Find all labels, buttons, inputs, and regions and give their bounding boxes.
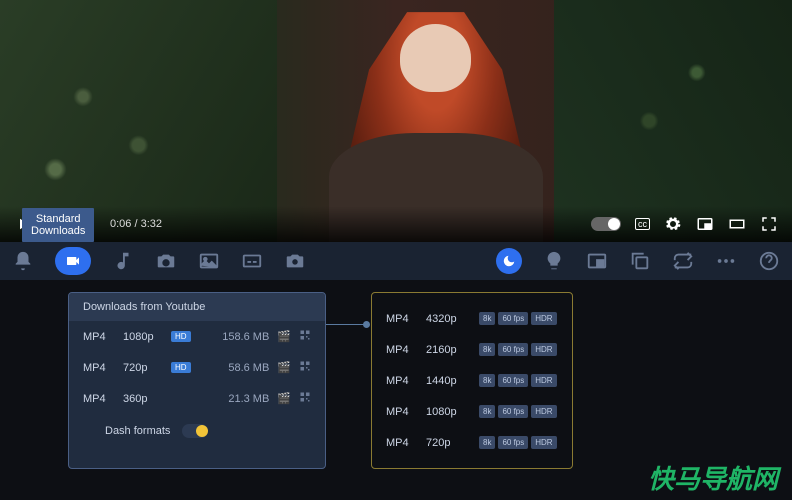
captions-button[interactable]: cc <box>635 218 650 230</box>
dash-row[interactable]: MP4 1080p 8k 60 fps HDR <box>372 396 572 427</box>
extension-toolbar <box>0 242 792 280</box>
music-icon[interactable] <box>112 250 134 272</box>
player-controls: 0:06 / 3:32 cc <box>0 206 792 242</box>
panel-header: Downloads from Youtube <box>69 293 325 321</box>
snapshot-icon[interactable] <box>284 250 306 272</box>
loop-icon[interactable] <box>672 250 694 272</box>
audio-icon[interactable]: 🎬 <box>277 361 291 374</box>
miniplayer-button[interactable] <box>696 215 714 233</box>
theater-button[interactable] <box>728 215 746 233</box>
video-player: Standard Downloads 0:06 / 3:32 cc <box>0 0 792 242</box>
download-row[interactable]: MP4 1080p HD 158.6 MB 🎬 <box>69 321 325 352</box>
audio-icon[interactable]: 🎬 <box>277 330 291 343</box>
fullscreen-button[interactable] <box>760 215 778 233</box>
dash-panel: MP4 4320p 8k 60 fps HDR MP4 2160p 8k 60 … <box>371 292 573 469</box>
bell-icon[interactable] <box>12 250 34 272</box>
dash-row[interactable]: MP4 720p 8k 60 fps HDR <box>372 427 572 458</box>
qr-icon[interactable] <box>299 360 311 375</box>
subtitles-icon[interactable] <box>241 250 263 272</box>
darkmode-icon[interactable] <box>496 248 522 274</box>
dash-row[interactable]: MP4 1440p 8k 60 fps HDR <box>372 365 572 396</box>
copy-icon[interactable] <box>629 250 651 272</box>
help-icon[interactable] <box>758 250 780 272</box>
connector-line <box>326 324 366 325</box>
more-icon[interactable] <box>715 250 737 272</box>
settings-button[interactable] <box>664 215 682 233</box>
pip-icon[interactable] <box>586 250 608 272</box>
hd-badge: HD <box>171 362 191 373</box>
dash-row[interactable]: MP4 4320p 8k 60 fps HDR <box>372 303 572 334</box>
image-icon[interactable] <box>198 250 220 272</box>
watermark-text: 快马导航网 <box>648 459 778 496</box>
video-icon[interactable] <box>55 247 91 275</box>
dash-formats-row[interactable]: Dash formats <box>69 414 325 452</box>
dash-row[interactable]: MP4 2160p 8k 60 fps HDR <box>372 334 572 365</box>
downloads-panel: Downloads from Youtube MP4 1080p HD 158.… <box>68 292 326 469</box>
time-display: 0:06 / 3:32 <box>110 218 162 230</box>
qr-icon[interactable] <box>299 329 311 344</box>
download-row[interactable]: MP4 720p HD 58.6 MB 🎬 <box>69 352 325 383</box>
autoplay-toggle[interactable] <box>591 217 621 231</box>
download-row[interactable]: MP4 360p 21.3 MB 🎬 <box>69 383 325 414</box>
dash-toggle[interactable] <box>182 424 208 438</box>
camera-icon[interactable] <box>155 250 177 272</box>
audio-icon[interactable]: 🎬 <box>277 392 291 405</box>
bulb-icon[interactable] <box>543 250 565 272</box>
hd-badge: HD <box>171 331 191 342</box>
qr-icon[interactable] <box>299 391 311 406</box>
standard-downloads-badge: Standard Downloads <box>22 208 94 242</box>
